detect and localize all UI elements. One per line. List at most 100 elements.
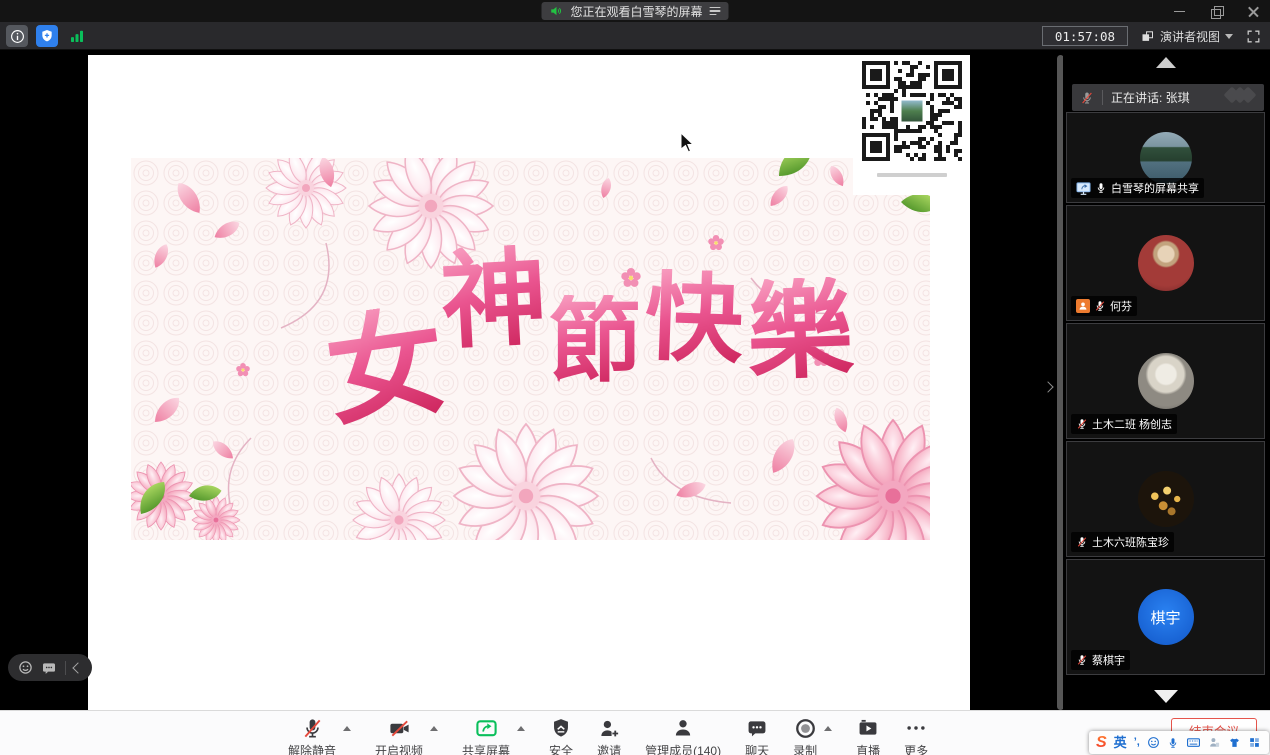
sogou-logo[interactable]: S [1096, 735, 1107, 751]
participant-tile[interactable]: 白雪琴的屏幕共享 [1066, 112, 1265, 203]
record-button[interactable]: 录制 [793, 716, 817, 755]
ime-skin-icon[interactable] [1228, 736, 1241, 749]
collapse-left-chevron[interactable] [72, 662, 83, 673]
avatar [1140, 132, 1192, 184]
reaction-pill [8, 654, 92, 681]
festival-banner: 女 神 節 快 樂 [131, 158, 930, 540]
scroll-up-arrow[interactable] [1156, 57, 1176, 68]
active-speaker-label: 正在讲话: 张琪 [1111, 89, 1190, 106]
members-icon [672, 716, 694, 740]
record-icon [794, 716, 817, 740]
main-area: 女 神 節 快 樂 [0, 50, 1270, 710]
view-selector-label: 演讲者视图 [1160, 28, 1220, 45]
mic-muted-icon [1076, 418, 1088, 430]
screen-share-icon [1076, 181, 1091, 196]
meeting-window: 您正在观看白雪琴的屏幕 01:57:08 演讲者视图 [0, 0, 1270, 755]
sidebar-collapse-chevron[interactable] [1042, 380, 1056, 394]
mic-on-icon [1095, 182, 1107, 194]
participant-label: 白雪琴的屏幕共享 [1071, 178, 1204, 198]
mic-muted-icon [1094, 300, 1106, 312]
participant-tile[interactable]: 土木二班 杨创志 [1066, 323, 1265, 439]
more-dots-icon [905, 716, 927, 740]
meeting-info-icon[interactable] [6, 25, 28, 47]
ime-voice-icon[interactable] [1167, 737, 1179, 749]
camera-off-icon [388, 716, 411, 740]
mouse-cursor [680, 133, 694, 153]
ime-punctuation-toggle[interactable]: ’, [1134, 737, 1140, 748]
chat-bubble-icon[interactable] [41, 660, 57, 676]
screen-watch-banner[interactable]: 您正在观看白雪琴的屏幕 [541, 2, 728, 20]
live-stream-button[interactable]: 直播 [856, 716, 880, 755]
meeting-toolbar: 解除静音 开启视频 共享屏幕 [0, 710, 1270, 755]
shield-icon [550, 716, 572, 740]
chat-icon [746, 716, 768, 740]
window-controls [1173, 0, 1260, 22]
share-screen-icon [475, 716, 498, 740]
qr-code-panel [853, 55, 970, 195]
speaker-icon [549, 4, 563, 18]
invite-button[interactable]: 邀请 [597, 716, 621, 755]
status-bar: 01:57:08 演讲者视图 [0, 22, 1270, 50]
ime-emoji-icon[interactable] [1147, 736, 1160, 749]
banner-calligraphy: 女 神 節 快 樂 [327, 266, 853, 384]
participant-tile[interactable]: 何芬 [1066, 205, 1265, 321]
audio-options-caret[interactable] [343, 726, 351, 731]
mic-muted-icon [1080, 91, 1094, 105]
chevron-down-icon [1225, 34, 1233, 39]
participants-sidebar: 正在讲话: 张琪 白雪琴的屏幕共享 何芬 [1063, 50, 1270, 710]
banner-char: 神 [438, 243, 549, 354]
start-video-button[interactable]: 开启视频 [375, 716, 423, 755]
more-button[interactable]: 更多 [904, 716, 928, 755]
qr-code [862, 61, 962, 161]
view-selector[interactable]: 演讲者视图 [1140, 28, 1233, 45]
scroll-down-arrow[interactable] [1154, 690, 1178, 703]
security-shield-icon[interactable] [36, 25, 58, 47]
share-screen-button[interactable]: 共享屏幕 [462, 716, 510, 755]
banner-char: 快 [643, 268, 744, 369]
ime-phrases-icon[interactable] [1208, 736, 1221, 749]
participant-label: 土木二班 杨创志 [1071, 414, 1177, 434]
active-speaker-bar: 正在讲话: 张琪 [1072, 84, 1264, 111]
banner-menu-icon[interactable] [710, 5, 721, 18]
participant-label: 土木六班陈宝珍 [1071, 532, 1174, 552]
share-options-caret[interactable] [517, 726, 525, 731]
watching-label: 您正在观看白雪琴的屏幕 [570, 3, 702, 20]
avatar [1138, 235, 1194, 291]
chat-button[interactable]: 聊天 [745, 716, 769, 755]
avatar [1138, 471, 1194, 527]
restore-button[interactable] [1210, 5, 1223, 18]
avatar-initials: 棋宇 [1150, 607, 1180, 628]
banner-char: 樂 [745, 276, 855, 386]
record-options-caret[interactable] [824, 726, 832, 731]
banner-char: 節 [549, 295, 641, 387]
manage-members-button[interactable]: 管理成员(140) [645, 716, 721, 755]
member-badge-icon [1076, 299, 1090, 313]
ime-keyboard-icon[interactable] [1186, 735, 1201, 750]
video-options-caret[interactable] [430, 726, 438, 731]
network-signal-icon[interactable] [66, 25, 88, 47]
unmute-button[interactable]: 解除静音 [288, 716, 336, 755]
meeting-timer: 01:57:08 [1042, 26, 1128, 46]
fullscreen-button[interactable] [1245, 28, 1262, 45]
close-button[interactable] [1247, 5, 1260, 18]
security-button[interactable]: 安全 [549, 716, 573, 755]
ime-language-toggle[interactable]: 英 [1114, 736, 1127, 749]
live-tv-icon [857, 716, 879, 740]
mic-muted-icon [301, 716, 324, 740]
ime-toolbox-icon[interactable] [1248, 736, 1261, 749]
mic-muted-icon [1076, 536, 1088, 548]
layout-icon [1140, 29, 1155, 44]
mic-muted-icon [1076, 654, 1088, 666]
invite-icon [598, 716, 621, 740]
qr-caption-line [877, 173, 947, 177]
participant-tile[interactable]: 土木六班陈宝珍 [1066, 441, 1265, 557]
minimize-button[interactable] [1173, 5, 1186, 18]
watermark-logo [1230, 89, 1254, 101]
emoji-reaction-icon[interactable] [18, 660, 33, 675]
participant-label: 蔡棋宇 [1071, 650, 1130, 670]
participant-tile[interactable]: 棋宇 蔡棋宇 [1066, 559, 1265, 675]
title-bar: 您正在观看白雪琴的屏幕 [0, 0, 1270, 22]
shared-screen: 女 神 節 快 樂 [88, 55, 970, 710]
banner-char: 女 [319, 300, 452, 433]
participant-label: 何芬 [1071, 296, 1137, 316]
